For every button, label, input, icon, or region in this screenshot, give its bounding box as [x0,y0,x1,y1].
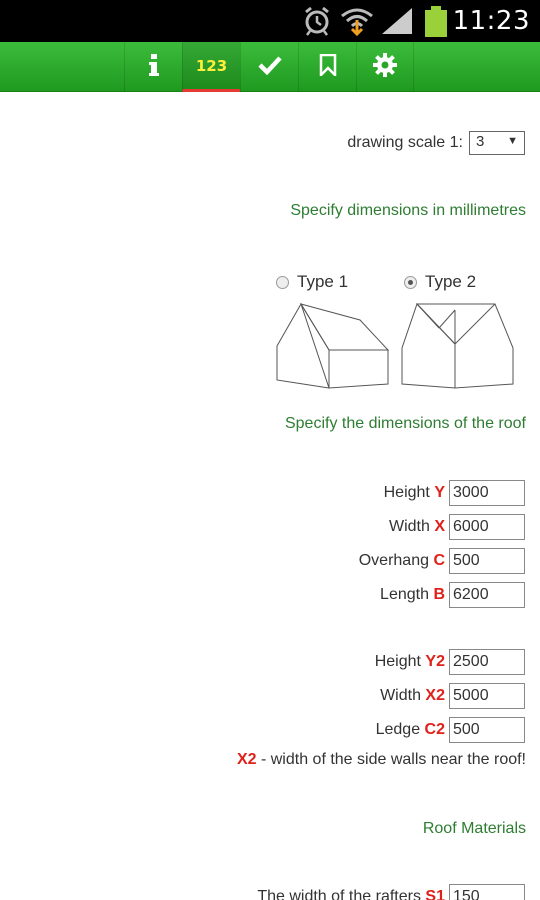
clock: 11:23 [452,6,530,36]
gear-icon [373,52,397,82]
drawing-scale-select[interactable]: 3 ▼ [469,131,525,155]
width-x-row: Width X [389,514,525,540]
ledge-c2-input[interactable] [449,717,525,743]
type1-label: Type 1 [297,272,349,291]
overhang-c-var: C [433,552,445,569]
tab-123[interactable]: 123 [182,42,240,92]
length-b-input[interactable] [449,582,525,608]
type2-radio[interactable] [404,275,417,289]
roof-materials-heading: Roof Materials [422,820,526,837]
overhang-c-row: Overhang C [359,548,525,574]
toolbar: 123 [0,42,540,92]
signal-icon [380,6,414,41]
length-b-row: Length B [380,582,525,608]
tab-123-label: 123 [195,56,228,75]
width-x-label: Width [388,518,430,535]
ledge-c2-var: C2 [424,721,445,738]
width-x2-var: X2 [425,687,445,704]
width-x2-row: Width X2 [380,683,525,709]
bookmark-icon [319,53,337,81]
type1-radio[interactable] [276,275,289,289]
wifi-icon [340,6,374,41]
rafters-width-row: The width of the rafters S1 [257,884,525,900]
info-icon [146,53,162,81]
height-y2-label: Height [374,653,421,670]
dropdown-arrow-icon: ▼ [507,135,518,147]
drawing-scale-label: drawing scale 1: [347,134,463,151]
type2-option[interactable]: Type 2 [404,272,476,292]
height-y-row: Height Y [384,480,525,506]
tab-info[interactable] [124,42,182,92]
tab-check[interactable] [240,42,298,92]
check-icon [257,55,282,80]
rafters-width-input[interactable] [449,884,525,900]
tab-bookmark[interactable] [298,42,356,92]
x2-note-var: X2 [236,751,257,768]
status-bar: 11:23 [0,0,540,42]
ledge-c2-row: Ledge C2 [376,717,525,743]
height-y-var: Y [434,484,445,501]
rafters-width-var: S1 [425,888,445,900]
type1-option[interactable]: Type 1 [276,272,348,292]
alarm-icon [303,6,331,41]
x2-note-text: - width of the side walls near the roof! [256,751,526,768]
x2-note: X2 - width of the side walls near the ro… [237,751,526,769]
tab-settings[interactable] [356,42,414,92]
height-y2-row: Height Y2 [375,649,525,675]
specify-mm-heading: Specify dimensions in millimetres [290,202,526,219]
overhang-c-label: Overhang [358,552,429,569]
rafters-width-label: The width of the rafters [257,888,421,900]
house-type2-diagram [401,303,514,389]
length-b-var: B [433,586,445,603]
drawing-scale-row: drawing scale 1: 3 ▼ [347,131,525,155]
length-b-label: Length [380,586,429,603]
house-type1-diagram [276,302,390,389]
ledge-c2-label: Ledge [375,721,421,738]
width-x-input[interactable] [449,514,525,540]
height-y-input[interactable] [449,480,525,506]
type2-label: Type 2 [425,272,477,291]
battery-icon [424,6,448,43]
drawing-scale-value: 3 [476,133,485,150]
height-y2-var: Y2 [425,653,445,670]
height-y2-input[interactable] [449,649,525,675]
specify-roof-heading: Specify the dimensions of the roof [284,415,526,432]
width-x2-input[interactable] [449,683,525,709]
width-x2-label: Width [380,687,421,704]
overhang-c-input[interactable] [449,548,525,574]
width-x-var: X [434,518,445,535]
height-y-label: Height [383,484,430,501]
